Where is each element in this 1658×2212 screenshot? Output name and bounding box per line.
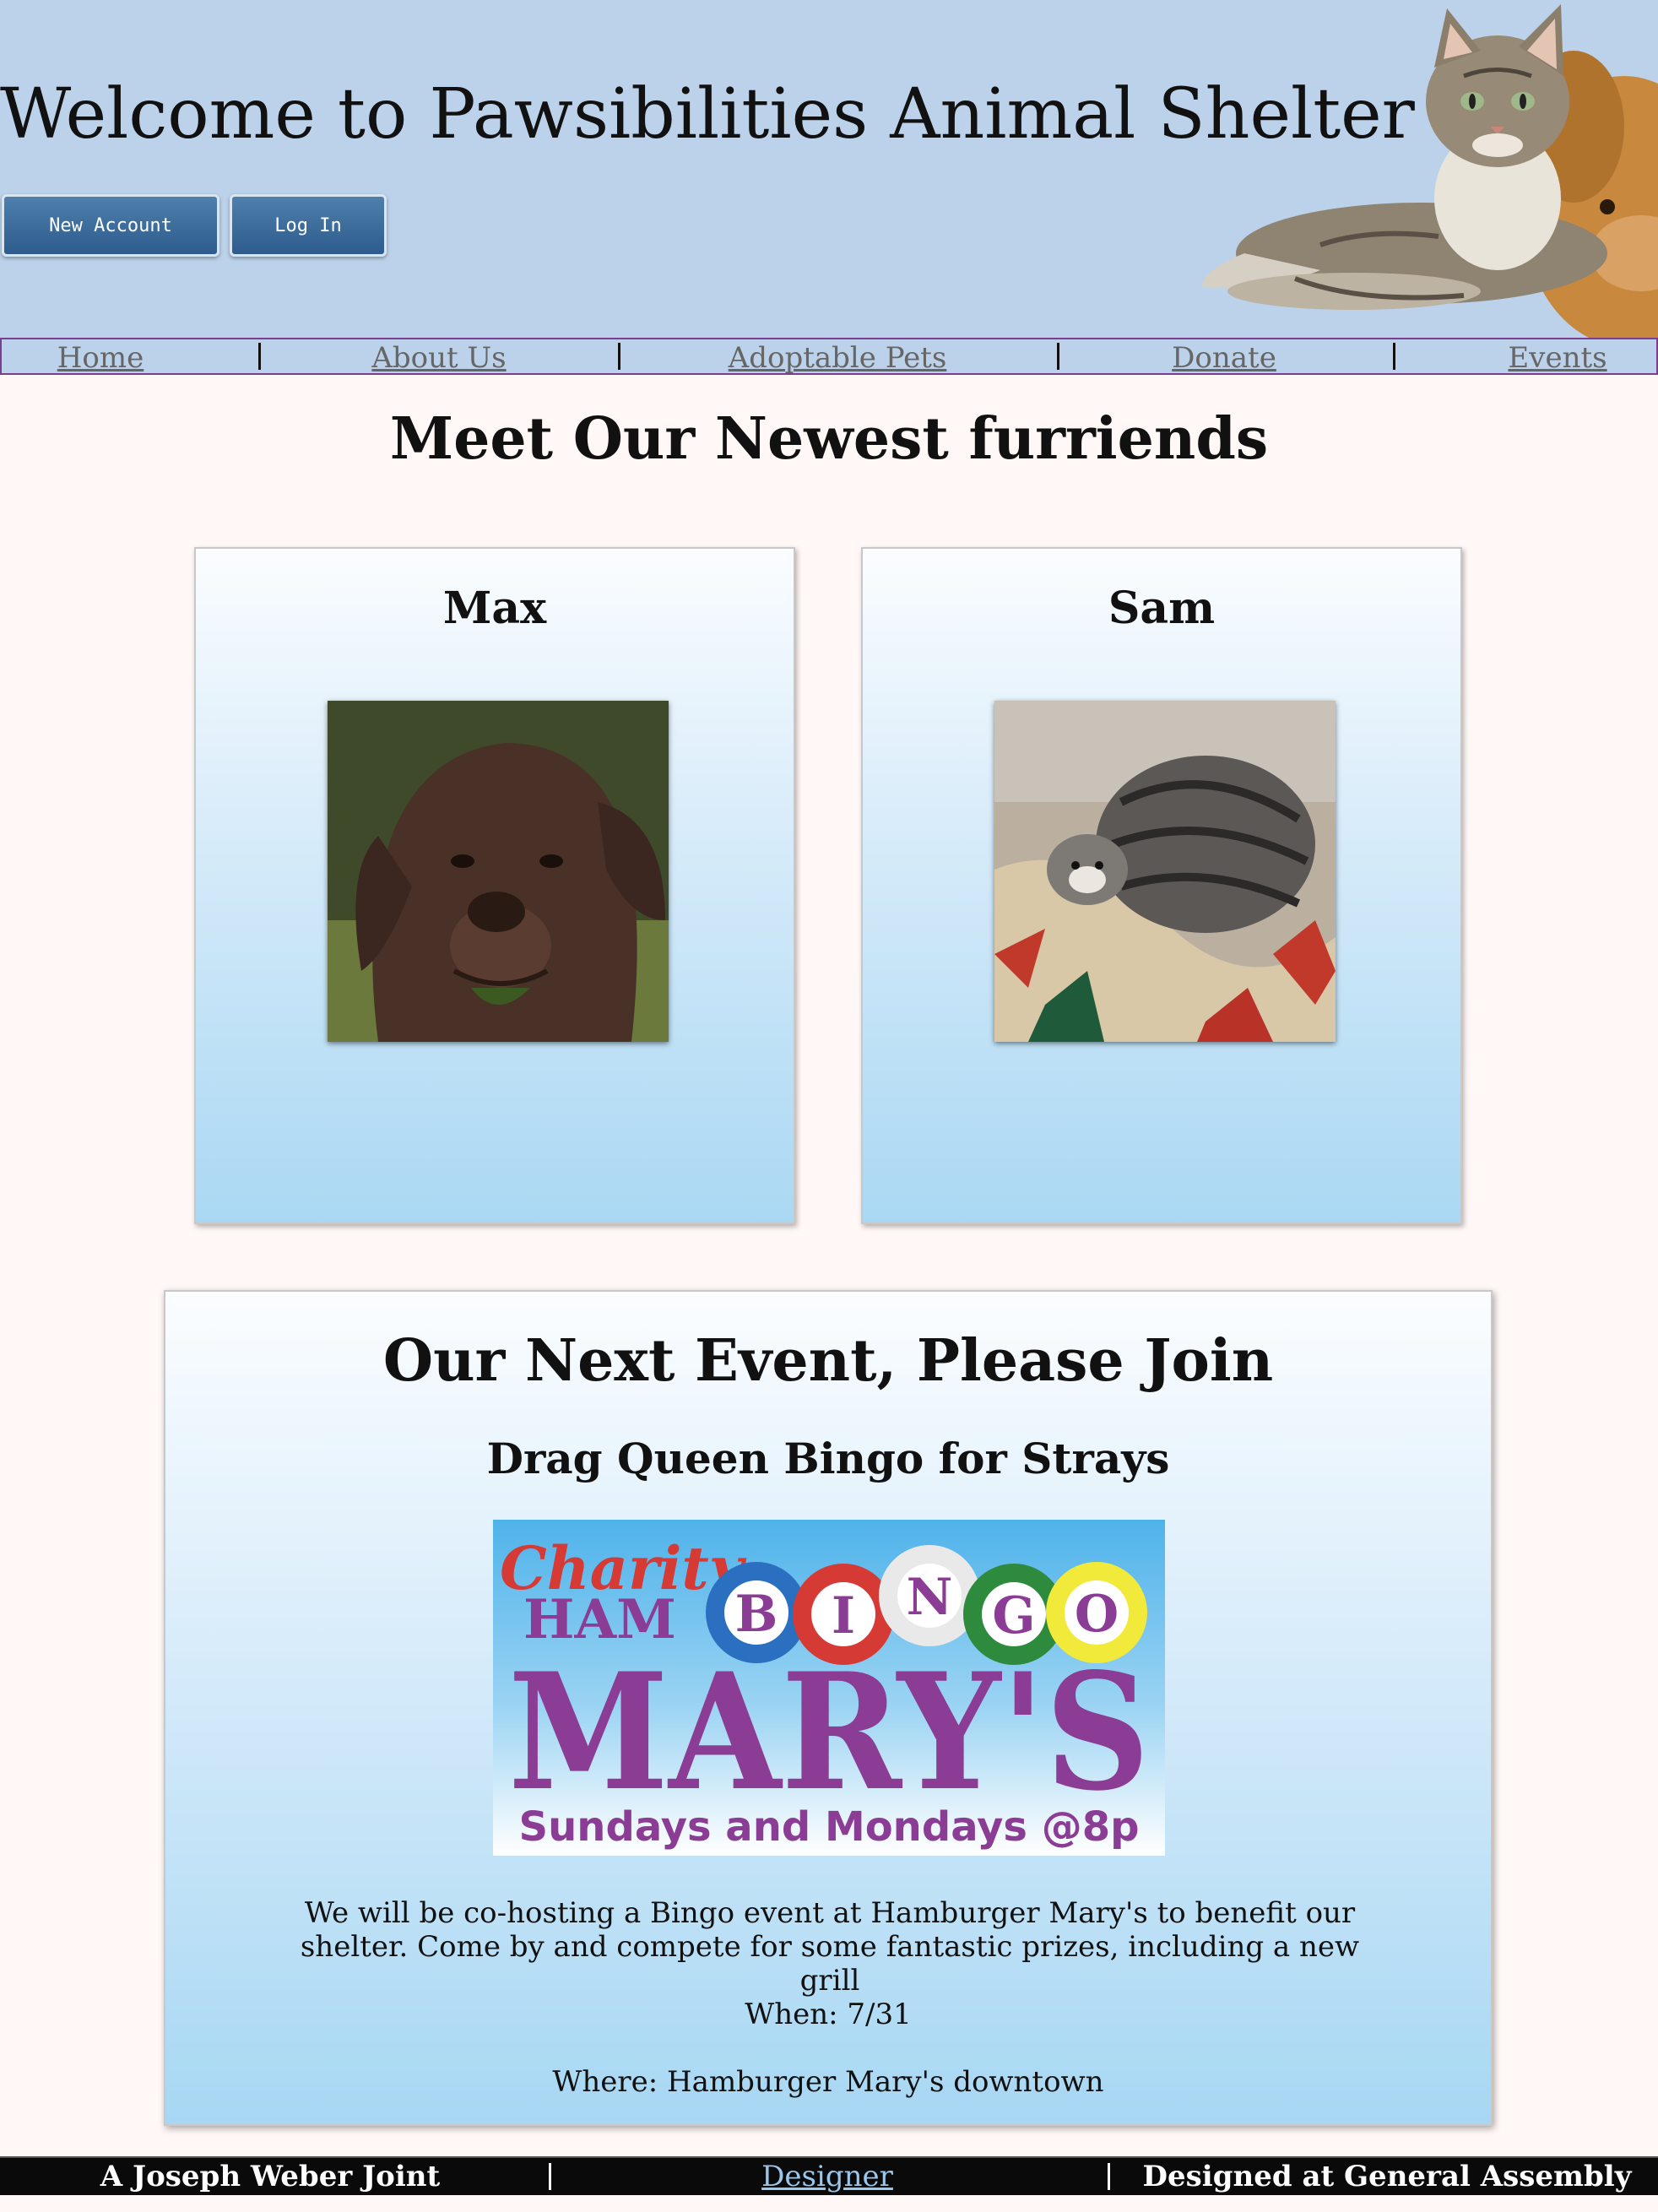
nav-events-link[interactable]: Events <box>1508 341 1607 375</box>
nav-about-us-link[interactable]: About Us <box>371 341 506 375</box>
nav-donate-link[interactable]: Donate <box>1172 341 1276 375</box>
footer-separator <box>1108 2163 1110 2190</box>
footer-designer-link[interactable]: Designer <box>761 2160 893 2193</box>
svg-text:O: O <box>1075 1585 1119 1644</box>
event-name: Drag Queen Bingo for Strays <box>486 1434 1170 1483</box>
nav-adoptable-pets-link[interactable]: Adoptable Pets <box>729 341 947 375</box>
event-heading: Our Next Event, Please Join <box>382 1327 1274 1395</box>
site-header: Welcome to Pawsibilities Animal Shelter … <box>0 0 1658 338</box>
event-card: Our Next Event, Please Join Drag Queen B… <box>164 1290 1493 2126</box>
pet-photo-max <box>328 701 669 1042</box>
cat-and-dog-header-image <box>1202 4 1658 338</box>
site-footer: A Joseph Weber Joint Designer Designed a… <box>0 2156 1658 2195</box>
pet-name: Max <box>442 583 547 634</box>
svg-text:N: N <box>907 1568 953 1627</box>
nav-separator <box>618 343 620 370</box>
svg-text:B: B <box>735 1585 778 1644</box>
pet-card-sam[interactable]: Sam <box>861 547 1462 1224</box>
footer-separator <box>549 2163 551 2190</box>
pet-name: Sam <box>1108 583 1216 634</box>
footer-general-assembly: Designed at General Assembly <box>1142 2160 1632 2193</box>
main-nav: Home About Us Adoptable Pets Donate Even… <box>0 338 1658 375</box>
nav-separator <box>1057 343 1059 370</box>
footer-credit: A Joseph Weber Joint <box>100 2160 441 2193</box>
hamburger-marys-bingo-logo: Charity HAM B I N G O MARY'S Sundays and… <box>493 1520 1165 1856</box>
nav-separator <box>258 343 261 370</box>
log-in-button[interactable]: Log In <box>230 194 387 257</box>
svg-text:I: I <box>832 1586 855 1645</box>
svg-text:MARY'S: MARY'S <box>508 1638 1150 1826</box>
nav-home-link[interactable]: Home <box>57 341 144 375</box>
event-description: We will be co-hosting a Bingo event at H… <box>300 1896 1360 1998</box>
pet-photo-sam <box>994 701 1336 1042</box>
pet-card-max[interactable]: Max <box>194 547 795 1224</box>
event-location: Where: Hamburger Mary's downtown <box>552 2065 1104 2099</box>
nav-separator <box>1393 343 1395 370</box>
newest-pets-heading: Meet Our Newest furriends <box>389 405 1269 473</box>
new-account-button[interactable]: New Account <box>2 194 219 257</box>
event-date: When: 7/31 <box>745 1998 912 2031</box>
svg-text:G: G <box>992 1586 1035 1645</box>
svg-text:Sundays and Mondays @8p: Sundays and Mondays @8p <box>519 1803 1140 1851</box>
